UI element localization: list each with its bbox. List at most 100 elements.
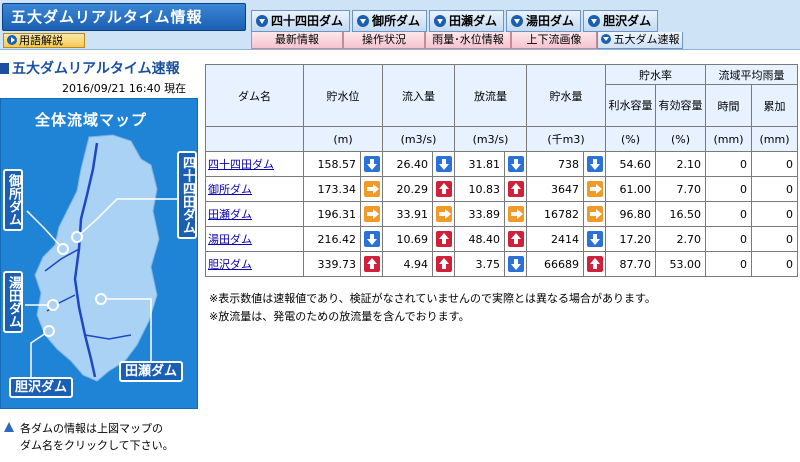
trend-cell xyxy=(504,251,527,277)
trend-cell xyxy=(504,151,527,177)
site-title: 五大ダムリアルタイム情報 xyxy=(2,3,246,31)
trend-cell xyxy=(360,201,383,227)
trend-cell xyxy=(432,201,455,227)
unit-cell: (%) xyxy=(655,126,706,152)
table-row: 胆沢ダム 339.73 4.94 3.75 66689 87.70 53.00 0 0 xyxy=(205,251,798,277)
tab-operation-status[interactable]: 操作状況 xyxy=(343,32,425,49)
dam-name-cell: 胆沢ダム xyxy=(205,251,304,277)
trend-down-icon xyxy=(435,156,452,172)
sub-tab-bar: 最新情報 操作状況 雨量･水位情報 上下流画像 五大ダム速報 xyxy=(251,32,683,49)
dam-link[interactable]: 胆沢ダム xyxy=(208,258,252,271)
unit-cell: (mm) xyxy=(751,126,798,152)
dam-link[interactable]: 田瀬ダム xyxy=(208,208,252,221)
dam-marker-isawa[interactable] xyxy=(43,325,55,337)
outflow-cell: 31.81 xyxy=(454,151,505,177)
trend-up-icon xyxy=(435,256,452,272)
effective-capacity-cell: 2.10 xyxy=(655,151,706,177)
cumulative-rain-cell: 0 xyxy=(751,201,798,227)
dam-link[interactable]: 湯田ダム xyxy=(208,233,252,246)
trend-cell xyxy=(432,226,455,252)
glossary-button[interactable]: 用語解説 xyxy=(3,33,85,48)
trend-cell xyxy=(432,176,455,202)
map-label-gosho-dam[interactable]: 御所ダム xyxy=(3,169,23,231)
dam-marker-tase[interactable] xyxy=(95,293,107,305)
play-icon xyxy=(7,35,17,45)
tab-latest-info[interactable]: 最新情報 xyxy=(251,32,343,49)
usable-capacity-cell: 87.70 xyxy=(605,251,656,277)
dam-link[interactable]: 四十四田ダム xyxy=(208,158,274,171)
map-label-tase-dam[interactable]: 田瀬ダム xyxy=(119,361,184,382)
hourly-rain-cell: 0 xyxy=(705,251,752,277)
trend-up-icon xyxy=(363,256,380,272)
unit-cell: (m3/s) xyxy=(382,126,455,152)
trend-up-icon xyxy=(586,256,603,272)
leader-line xyxy=(26,210,64,250)
trend-cell xyxy=(360,251,383,277)
trend-cell xyxy=(583,201,606,227)
dam-name-cell: 田瀬ダム xyxy=(205,201,304,227)
cumulative-rain-cell: 0 xyxy=(751,151,798,177)
tab-isawa-dam[interactable]: 胆沢ダム xyxy=(583,10,659,32)
trend-up-icon xyxy=(435,181,452,197)
trend-flat-icon xyxy=(586,181,603,197)
basin-land-shape xyxy=(34,134,160,382)
effective-capacity-cell: 2.70 xyxy=(655,226,706,252)
trend-flat-icon xyxy=(363,206,380,222)
water-level-cell: 216.42 xyxy=(303,226,361,252)
usable-capacity-cell: 96.80 xyxy=(605,201,656,227)
tab-river-images[interactable]: 上下流画像 xyxy=(511,32,597,49)
usable-capacity-cell: 17.20 xyxy=(605,226,656,252)
tab-gosho-dam[interactable]: 御所ダム xyxy=(352,10,428,32)
storage-cell: 16782 xyxy=(526,201,584,227)
hourly-rain-cell: 0 xyxy=(705,226,752,252)
header-storage: 貯水量 xyxy=(526,64,606,127)
inflow-cell: 4.94 xyxy=(382,251,433,277)
trend-flat-icon xyxy=(586,206,603,222)
tab-shijushida-dam[interactable]: 四十四田ダム xyxy=(251,10,351,32)
report-title: 五大ダムリアルタイム速報 xyxy=(0,58,180,78)
inflow-cell: 26.40 xyxy=(382,151,433,177)
glossary-label: 用語解説 xyxy=(19,34,63,47)
header-usable-capacity: 利水容量 xyxy=(605,84,656,127)
square-bullet-icon xyxy=(0,63,9,74)
header-hourly: 時間 xyxy=(705,84,752,127)
inflow-cell: 33.91 xyxy=(382,201,433,227)
cumulative-rain-cell: 0 xyxy=(751,176,798,202)
map-label-yuda-dam[interactable]: 湯田ダム xyxy=(3,271,23,333)
hourly-rain-cell: 0 xyxy=(705,151,752,177)
chevron-down-icon xyxy=(588,15,601,27)
trend-cell xyxy=(583,226,606,252)
outflow-cell: 3.75 xyxy=(454,251,505,277)
dam-marker-gosho[interactable] xyxy=(57,243,69,255)
dam-tab-bar: 四十四田ダム 御所ダム 田瀬ダム 湯田ダム 胆沢ダム xyxy=(251,10,660,32)
header-rainfall: 流域平均雨量 xyxy=(705,64,798,85)
water-level-cell: 173.34 xyxy=(303,176,361,202)
tab-rain-water-level[interactable]: 雨量･水位情報 xyxy=(425,32,511,49)
usable-capacity-cell: 61.00 xyxy=(605,176,656,202)
header-cumulative: 累加 xyxy=(751,84,798,127)
chevron-down-icon xyxy=(357,15,370,27)
dam-marker-yuda[interactable] xyxy=(47,299,59,311)
tab-yuda-dam[interactable]: 湯田ダム xyxy=(506,10,582,32)
dam-link[interactable]: 御所ダム xyxy=(208,183,252,196)
trend-cell xyxy=(583,176,606,202)
tab-five-dam-report[interactable]: 五大ダム速報 xyxy=(597,32,683,49)
map-label-shijushida-dam[interactable]: 四十四田ダム xyxy=(177,151,197,239)
tab-tase-dam[interactable]: 田瀬ダム xyxy=(429,10,505,32)
water-level-cell: 158.57 xyxy=(303,151,361,177)
cumulative-rain-cell: 0 xyxy=(751,226,798,252)
map-instruction: 各ダムの情報は上図マップの ダム名をクリックして下さい。 xyxy=(4,420,174,454)
unit-cell: (m) xyxy=(303,126,383,152)
table-row: 四十四田ダム 158.57 26.40 31.81 738 54.60 2.10 0 0 xyxy=(205,151,798,177)
chevron-down-icon xyxy=(256,15,268,27)
header-dam-name: ダム名 xyxy=(205,64,304,127)
outflow-cell: 33.89 xyxy=(454,201,505,227)
trend-down-icon xyxy=(507,256,524,272)
trend-down-icon xyxy=(363,231,380,247)
storage-cell: 2414 xyxy=(526,226,584,252)
table-row: 湯田ダム 216.42 10.69 48.40 2414 17.20 2.70 0 0 xyxy=(205,226,798,252)
basin-map: 全体流域マップ 四十四田ダム 御所ダム 湯田ダム 田瀬ダム 胆沢ダム xyxy=(0,98,198,409)
dam-marker-shijushida[interactable] xyxy=(71,231,83,243)
map-label-isawa-dam[interactable]: 胆沢ダム xyxy=(9,377,74,398)
trend-cell xyxy=(360,151,383,177)
